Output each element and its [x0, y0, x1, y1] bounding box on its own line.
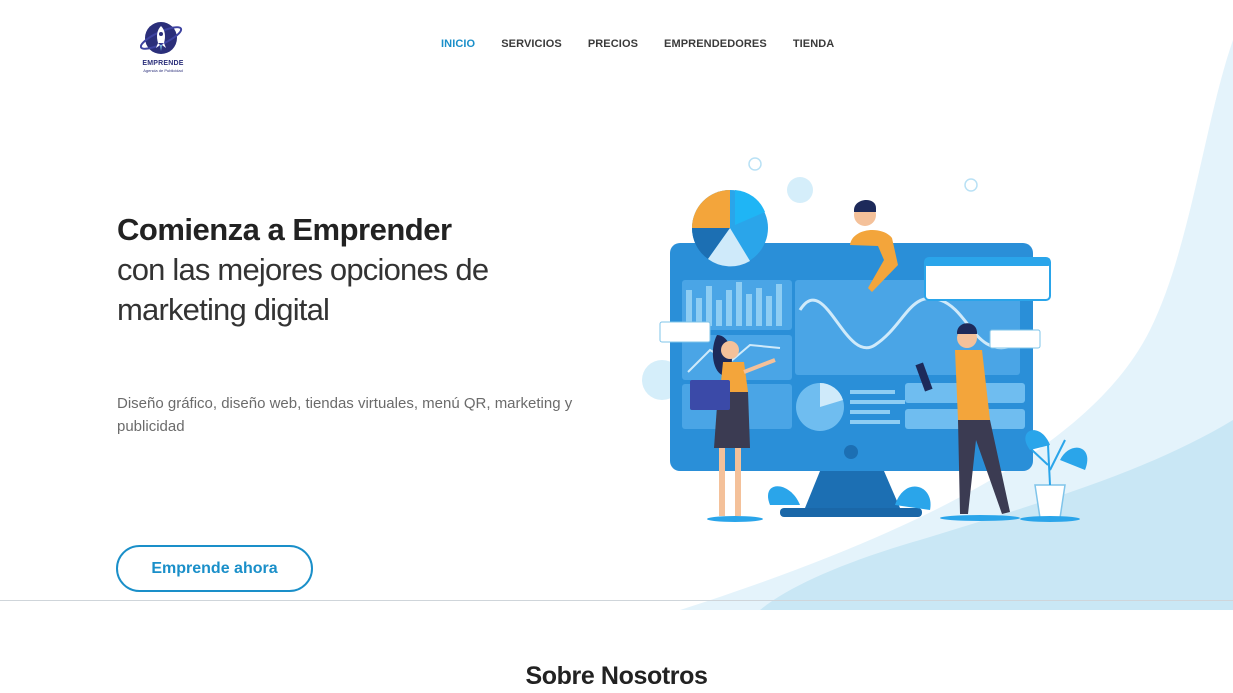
emprende-ahora-button[interactable]: Emprende ahora [116, 545, 313, 592]
main-nav: INICIO SERVICIOS PRECIOS EMPRENDEDORES T… [441, 38, 860, 50]
brand-name: EMPRENDE [142, 60, 184, 67]
nav-item-inicio[interactable]: INICIO [441, 38, 475, 50]
about-section-title: Sobre Nosotros [525, 662, 708, 690]
hero-title: Comienza a Emprender [117, 212, 452, 247]
nav-item-precios[interactable]: PRECIOS [588, 38, 638, 50]
brand-logo[interactable]: EMPRENDE Agencia de Publicidad [139, 18, 186, 74]
site-header: EMPRENDE Agencia de Publicidad INICIO SE… [0, 0, 1233, 90]
hero-subtitle-line2: marketing digital [117, 292, 330, 327]
hero-heading: Comienza a Emprender con las mejores opc… [117, 210, 637, 330]
nav-item-tienda[interactable]: TIENDA [793, 38, 835, 50]
hero-subtitle-line1: con las mejores opciones de [117, 252, 489, 287]
nav-item-emprendedores[interactable]: EMPRENDEDORES [664, 38, 767, 50]
section-divider [0, 600, 1233, 601]
marketing-dashboard-illustration [642, 157, 1088, 522]
nav-item-servicios[interactable]: SERVICIOS [501, 38, 562, 50]
rocket-icon [139, 22, 183, 54]
brand-tagline: Agencia de Publicidad [143, 68, 183, 73]
hero-description: Diseño gráfico, diseño web, tiendas virt… [117, 395, 573, 435]
